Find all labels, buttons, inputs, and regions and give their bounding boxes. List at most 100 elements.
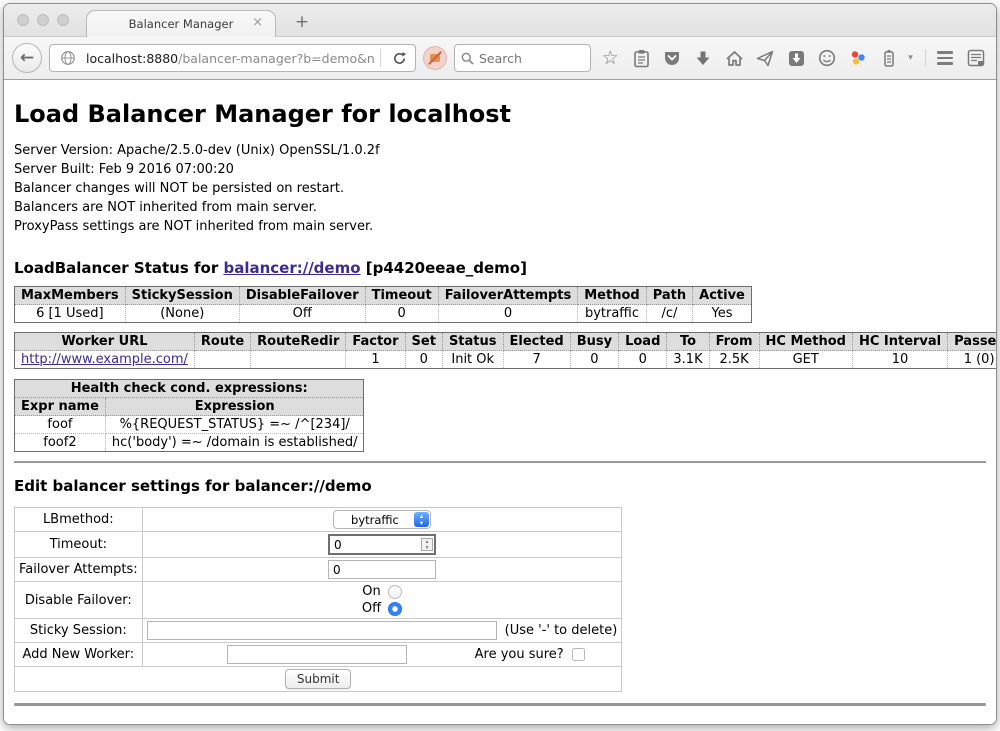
search-input[interactable] [479,51,584,66]
column-header: HC Method [759,333,852,351]
toolbar-divider [925,49,926,67]
minimize-window-icon[interactable] [37,14,49,26]
new-tab-button[interactable]: + [290,12,314,32]
column-header: Busy [570,333,618,351]
cell-set: 0 [405,351,442,369]
failover-attempts-label: Failover Attempts: [15,558,143,582]
notice-persist: Balancer changes will NOT be persisted o… [14,179,986,198]
radio-on-label: On [362,584,380,599]
urlbar-divider [380,49,381,67]
sticky-session-hint: (Use '-' to delete) [497,623,618,638]
browser-window: Balancer Manager × + ← localhost:8880/ba… [3,3,997,725]
column-header: Method [578,287,646,305]
downloads-icon[interactable] [691,45,715,71]
column-header: Active [693,287,752,305]
cell-failoverattempts: 0 [438,305,578,323]
cell-worker-url: http://www.example.com/ [15,351,195,369]
add-worker-input[interactable] [227,645,407,664]
url-domain: localhost:8880 [86,51,178,66]
colored-dots-icon[interactable] [846,45,870,71]
overflow-caret-icon[interactable]: ▾ [908,53,918,63]
column-header: Expr name [15,398,106,416]
window-controls[interactable] [17,14,69,26]
server-info: Server Version: Apache/2.5.0-dev (Unix) … [14,141,986,236]
url-bar[interactable]: localhost:8880/balancer-manager?b=demo&n… [49,44,416,72]
disable-failover-label: Disable Failover: [15,582,143,619]
cell-timeout: 0 [365,305,438,323]
browser-tab[interactable]: Balancer Manager × [86,10,276,37]
send-icon[interactable] [753,45,777,71]
lbmethod-select[interactable]: bytraffic ▴▾ [333,510,431,529]
cell-routeredir [251,351,346,369]
edit-settings-heading: Edit balancer settings for balancer://de… [14,477,986,495]
reload-button[interactable] [387,45,411,71]
column-header: From [709,333,759,351]
cell-expr-name: foof2 [15,434,106,452]
submit-button[interactable]: Submit [285,669,352,689]
failover-attempts-input[interactable] [328,560,436,579]
cell-from: 2.5K [709,351,759,369]
cell-status: Init Ok [442,351,503,369]
cell-path: /c/ [646,305,692,323]
bookmarks-grid-icon[interactable] [964,45,988,71]
plugin-blocked-icon[interactable] [423,46,447,70]
timeout-input[interactable] [328,534,436,555]
tab-close-icon[interactable]: × [252,15,263,30]
pocket-icon[interactable] [660,45,684,71]
column-header: Worker URL [15,333,195,351]
server-built: Server Built: Feb 9 2016 07:00:20 [14,160,986,179]
worker-url-link[interactable]: http://www.example.com/ [21,352,188,367]
select-stepper-icon: ▴▾ [414,512,429,527]
cell-to: 3.1K [667,351,709,369]
worker-header-row: Worker URL Route RouteRedir Factor Set S… [15,333,997,351]
health-header-row: Expr name Expression [15,398,364,416]
health-title-row: Health check cond. expressions: [15,380,364,398]
cell-active: Yes [693,305,752,323]
home-icon[interactable] [722,45,746,71]
column-header: Set [405,333,442,351]
column-header: Path [646,287,692,305]
menu-icon[interactable] [933,45,957,71]
status-heading: LoadBalancer Status for balancer://demo … [14,259,986,277]
page-title: Load Balancer Manager for localhost [14,80,986,128]
column-header: Passes [948,333,996,351]
maximize-window-icon[interactable] [57,14,69,26]
lbmethod-selected-value: bytraffic [351,513,399,527]
are-you-sure-checkbox[interactable] [572,648,585,661]
worker-table: Worker URL Route RouteRedir Factor Set S… [14,332,996,369]
cell-stickysession: (None) [125,305,239,323]
globe-icon [56,45,80,71]
sticky-session-label: Sticky Session: [15,619,143,643]
page-content: Load Balancer Manager for localhost Serv… [4,80,996,725]
bottom-rule [14,703,986,706]
square-arrow-icon[interactable] [784,45,808,71]
battery-icon[interactable] [877,45,901,71]
cell-factor: 1 [346,351,405,369]
url-text[interactable]: localhost:8880/balancer-manager?b=demo&n… [86,51,374,66]
sticky-session-input[interactable] [147,621,497,640]
close-window-icon[interactable] [17,14,29,26]
cell-hc-method: GET [759,351,852,369]
form-row-timeout: Timeout: ▴▾ [15,532,622,558]
search-icon [461,52,474,65]
disable-failover-on-radio[interactable] [388,585,402,599]
smiley-icon[interactable] [815,45,839,71]
cell-maxmembers: 6 [1 Used] [15,305,126,323]
disable-failover-off-radio[interactable] [388,602,402,616]
divider-rule [14,461,986,463]
hamburger-lines [937,51,953,64]
form-row-add-worker: Add New Worker: Are you sure? [15,643,622,667]
number-spinner-icon[interactable]: ▴▾ [421,538,433,551]
edit-settings-form: LBmethod: bytraffic ▴▾ Timeout: ▴▾ [14,507,622,692]
balancer-link[interactable]: balancer://demo [223,259,360,277]
bookmark-star-icon[interactable]: ☆ [598,45,622,71]
column-header: MaxMembers [15,287,126,305]
column-header: Timeout [365,287,438,305]
balancer-table: MaxMembers StickySession DisableFailover… [14,286,752,323]
column-header: Route [194,333,250,351]
search-bar[interactable] [454,44,591,72]
cell-load: 0 [619,351,667,369]
back-button[interactable]: ← [12,43,42,73]
clipboard-icon[interactable] [629,45,653,71]
cell-passes: 1 (0) [948,351,996,369]
